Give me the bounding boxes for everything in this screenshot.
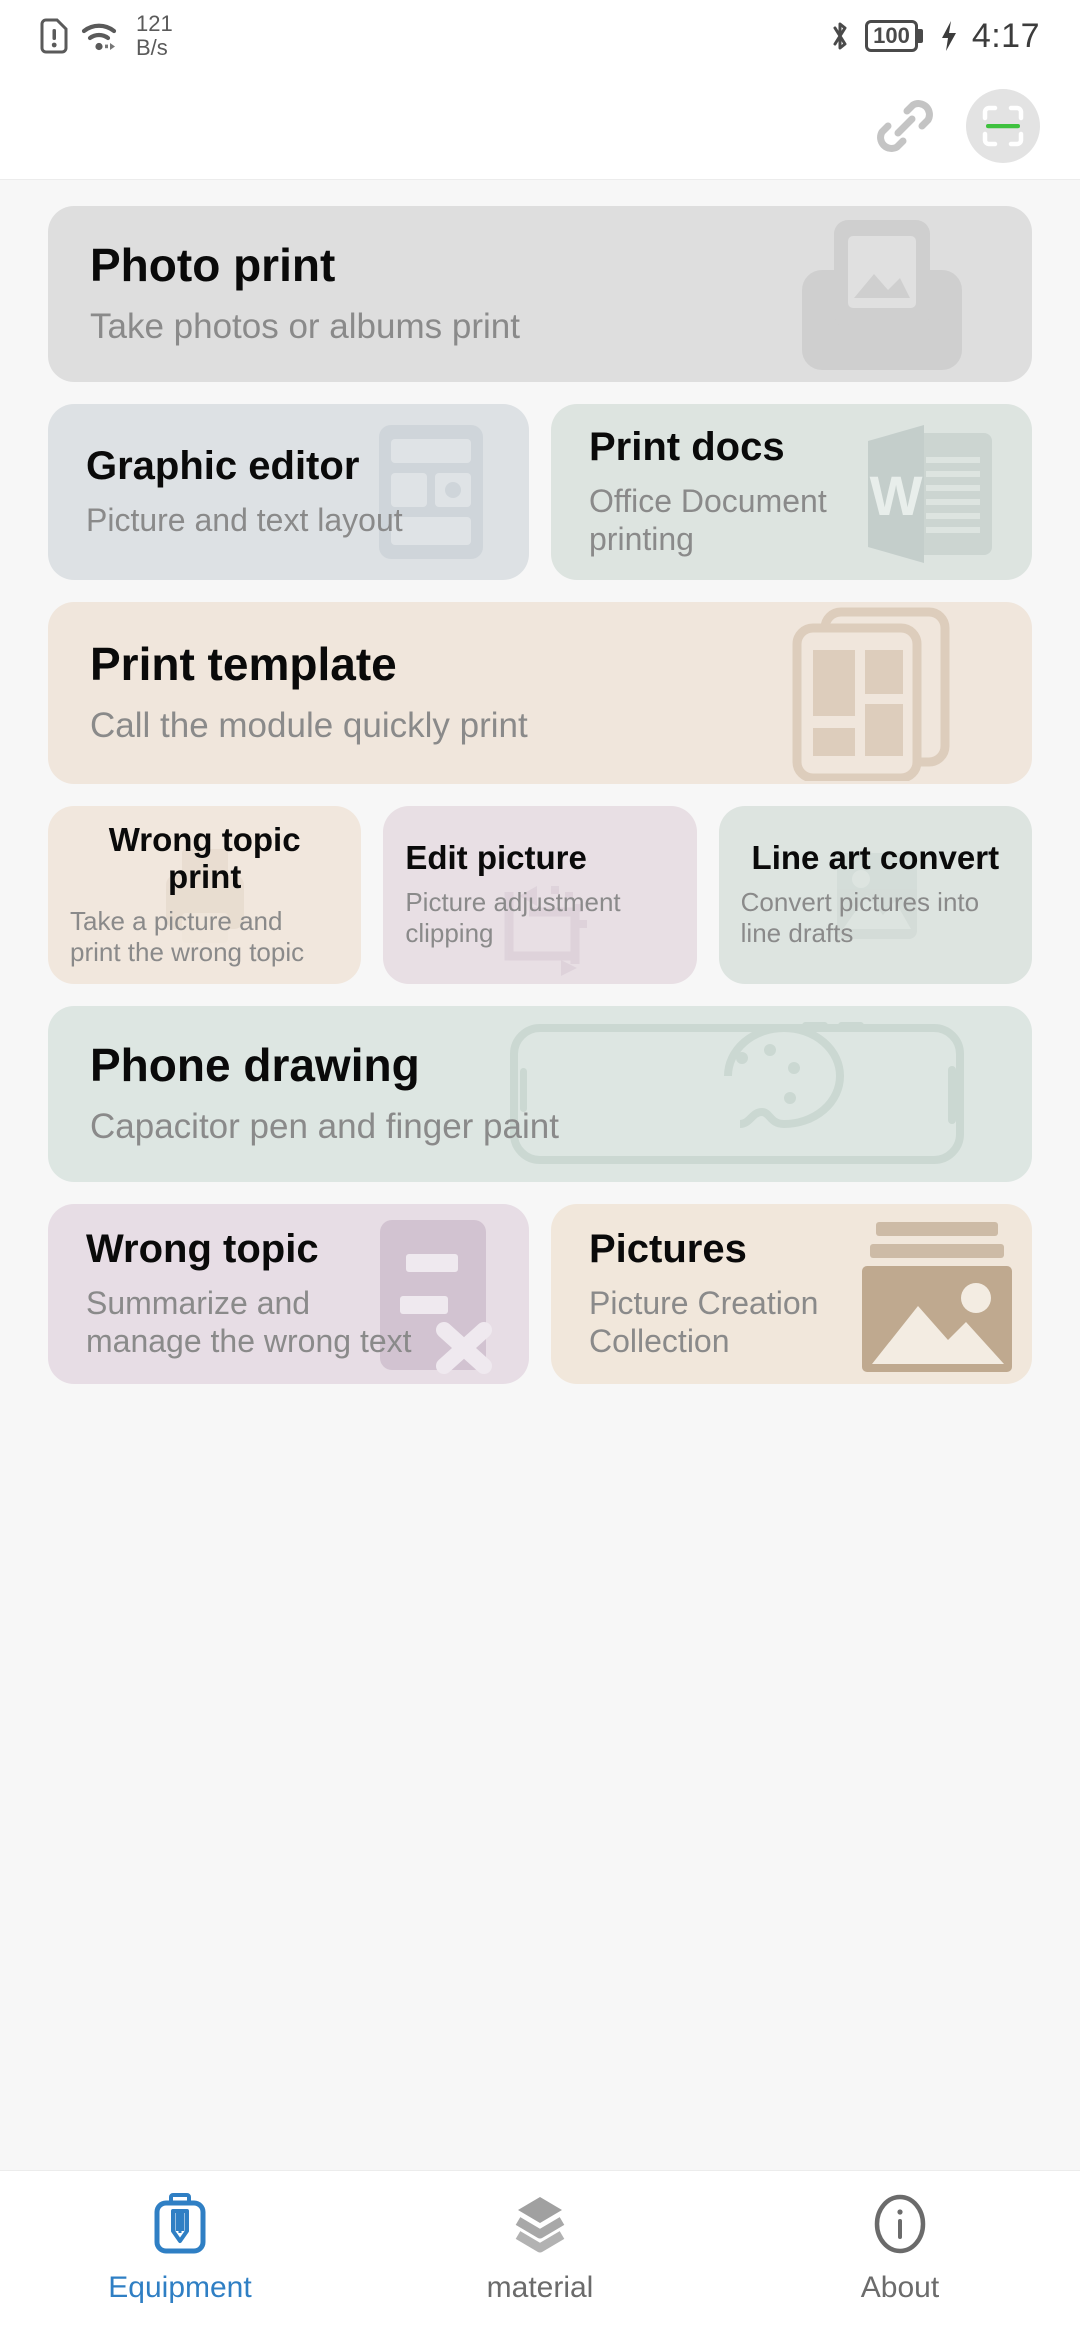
clock: 4:17 — [971, 16, 1040, 55]
card-print-docs[interactable]: W Print docs Office Document printing — [551, 404, 1032, 580]
wifi-icon — [81, 23, 117, 51]
card-text: Wrong topic Summarize and manage the wro… — [86, 1227, 529, 1361]
status-bar-left: 121 B/s — [40, 12, 173, 60]
battery-level: 100 — [873, 23, 910, 48]
status-bar-right: 100 4:17 — [827, 17, 1040, 56]
card-subtitle: Take photos or albums print — [90, 306, 520, 346]
card-title: Wrong topic — [86, 1227, 319, 1272]
tab-label: About — [860, 2271, 940, 2304]
app-screen: 121 B/s 100 4:17 Photo print Take photos… — [0, 0, 1080, 2340]
card-wrong-topic-print[interactable]: Wrong topic print Take a picture and pri… — [48, 806, 362, 984]
card-title: Print template — [90, 638, 397, 691]
card-text: Line art convert Convert pictures into l… — [740, 839, 1010, 949]
card-subtitle: Picture Creation Collection — [589, 1285, 819, 1360]
scan-qr-button[interactable] — [966, 88, 1040, 163]
link-chain-button[interactable] — [874, 95, 936, 157]
card-text: Print docs Office Document printing — [589, 425, 1032, 559]
status-bar: 121 B/s 100 4:17 — [0, 0, 1080, 72]
card-edit-picture[interactable]: Edit picture Picture adjustment clipping — [383, 806, 697, 984]
card-wrong-topic[interactable]: Wrong topic Summarize and manage the wro… — [48, 1204, 529, 1384]
card-subtitle: Office Document printing — [589, 483, 827, 558]
card-subtitle: Picture and text layout — [86, 502, 403, 539]
card-text: Photo print Take photos or albums print — [90, 240, 1032, 348]
tab-material[interactable]: material — [440, 2193, 640, 2305]
card-text: Pictures Picture Creation Collection — [589, 1227, 1032, 1361]
card-text: Print template Call the module quickly p… — [90, 639, 1032, 747]
card-subtitle: Take a picture and print the wrong topic — [70, 905, 305, 967]
card-title: Graphic editor — [86, 444, 360, 489]
tab-label: material — [486, 2271, 594, 2304]
scan-line — [986, 123, 1020, 128]
card-title: Edit picture — [405, 839, 587, 877]
card-title: Print docs — [589, 425, 785, 470]
card-subtitle: Capacitor pen and finger paint — [90, 1106, 559, 1146]
app-bar — [0, 72, 1080, 180]
row-editor-docs: Graphic editor Picture and text layout W… — [48, 404, 1032, 580]
info-circle-icon — [874, 2194, 926, 2254]
network-speed: 121 B/s — [136, 12, 173, 60]
card-pictures[interactable]: Pictures Picture Creation Collection — [551, 1204, 1032, 1384]
card-photo-print[interactable]: Photo print Take photos or albums print — [48, 206, 1032, 382]
charging-bolt-icon — [941, 21, 956, 51]
battery-indicator: 100 — [865, 20, 918, 52]
tab-about[interactable]: About — [800, 2193, 1000, 2305]
feature-grid: Photo print Take photos or albums print — [0, 180, 1080, 2170]
card-title: Phone drawing — [90, 1039, 420, 1092]
card-subtitle: Summarize and manage the wrong text — [86, 1285, 412, 1360]
card-line-art-convert[interactable]: Line art convert Convert pictures into l… — [718, 806, 1032, 984]
scan-qr-icon — [982, 105, 1024, 146]
card-subtitle: Convert pictures into line drafts — [740, 887, 980, 949]
bottom-navigation: Equipment material About — [0, 2170, 1080, 2340]
card-text: Edit picture Picture adjustment clipping — [405, 839, 674, 949]
card-phone-drawing[interactable]: Phone drawing Capacitor pen and finger p… — [48, 1006, 1032, 1182]
network-speed-value: 121 — [136, 11, 173, 36]
link-chain-icon — [877, 99, 933, 152]
network-speed-unit: B/s — [136, 35, 168, 60]
card-text: Wrong topic print Take a picture and pri… — [70, 820, 339, 968]
card-subtitle: Picture adjustment clipping — [405, 887, 621, 949]
bluetooth-icon — [833, 22, 847, 50]
row-wrongtopic-pictures: Wrong topic Summarize and manage the wro… — [48, 1204, 1032, 1384]
card-text: Phone drawing Capacitor pen and finger p… — [90, 1040, 1032, 1148]
tab-equipment[interactable]: Equipment — [80, 2193, 280, 2305]
card-title: Pictures — [589, 1227, 747, 1272]
card-graphic-editor[interactable]: Graphic editor Picture and text layout — [48, 404, 529, 580]
card-title: Wrong topic print — [108, 820, 301, 895]
card-subtitle: Call the module quickly print — [90, 705, 528, 745]
card-print-template[interactable]: Print template Call the module quickly p… — [48, 602, 1032, 784]
tab-label: Equipment — [108, 2271, 252, 2304]
row-small-cards: Wrong topic print Take a picture and pri… — [48, 806, 1032, 984]
printer-pen-icon — [154, 2193, 206, 2254]
card-title: Photo print — [90, 239, 336, 292]
card-title: Line art convert — [751, 839, 1000, 877]
card-text: Graphic editor Picture and text layout — [86, 444, 529, 539]
layers-icon — [515, 2197, 565, 2253]
sim-alert-icon — [40, 18, 68, 54]
